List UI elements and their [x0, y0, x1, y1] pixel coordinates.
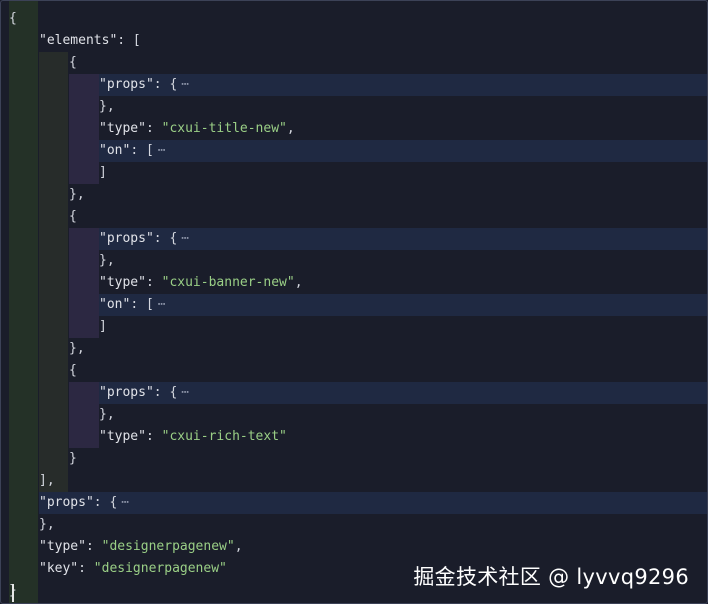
code-line[interactable]: ] [1, 162, 707, 184]
fold-ellipsis-button[interactable]: ⋯ [181, 231, 189, 246]
code-line[interactable]: }, [1, 404, 707, 426]
json-punctuation: : [ [130, 143, 154, 158]
code-line[interactable]: { [1, 360, 707, 382]
fold-ellipsis-button[interactable]: ⋯ [158, 143, 166, 158]
json-key: "props" [99, 77, 154, 92]
json-key: "props" [39, 495, 94, 510]
code-line[interactable]: { [1, 52, 707, 74]
json-punctuation: : [145, 429, 162, 444]
text-cursor [12, 584, 14, 602]
code-line[interactable]: ], [1, 470, 707, 492]
json-punctuation: { [69, 363, 77, 378]
fold-ellipsis-button[interactable]: ⋯ [158, 297, 166, 312]
json-punctuation: { [69, 55, 77, 70]
code-line[interactable]: { [1, 8, 707, 30]
json-key: "type" [99, 429, 146, 444]
json-string: "cxui-rich-text" [161, 429, 287, 444]
json-punctuation: : { [153, 77, 178, 92]
code-editor[interactable]: {"elements": [{"props": {⋯}, "type": "cxu… [0, 0, 708, 604]
json-key: "elements" [39, 33, 118, 48]
code-line[interactable]: "on": [ ⋯ [1, 294, 707, 316]
json-punctuation: : [85, 539, 102, 554]
json-key: "type" [39, 539, 86, 554]
json-key: "type" [99, 275, 146, 290]
code-line[interactable]: { [1, 206, 707, 228]
json-punctuation: : [ [130, 297, 154, 312]
watermark: 掘金技术社区 @ lyvvq9296 [413, 565, 689, 589]
json-string: "designerpagenew" [101, 539, 235, 554]
json-punctuation: : { [153, 385, 178, 400]
json-punctuation: }, [99, 99, 115, 114]
json-key: "key" [39, 561, 79, 576]
json-punctuation: }, [69, 187, 85, 202]
json-punctuation: , [294, 275, 303, 290]
code-line[interactable]: "elements": [ [1, 30, 707, 52]
json-punctuation: : [ [117, 33, 141, 48]
code-line[interactable]: }, [1, 338, 707, 360]
json-punctuation: ] [99, 319, 107, 334]
json-punctuation: , [234, 539, 243, 554]
code-line[interactable]: }, [1, 184, 707, 206]
json-punctuation: , [286, 121, 295, 136]
json-punctuation: }, [39, 517, 55, 532]
code-line[interactable]: "type": "designerpagenew", [1, 536, 707, 558]
json-punctuation: ] [99, 165, 107, 180]
fold-ellipsis-button[interactable]: ⋯ [121, 495, 129, 510]
fold-ellipsis-button[interactable]: ⋯ [181, 77, 189, 92]
code-line[interactable]: "type": "cxui-banner-new", [1, 272, 707, 294]
code-line[interactable]: "on": [ ⋯ [1, 140, 707, 162]
code-line[interactable]: }, [1, 96, 707, 118]
json-punctuation: : { [93, 495, 118, 510]
json-punctuation: ], [39, 473, 55, 488]
json-punctuation: { [69, 209, 77, 224]
json-punctuation: }, [69, 341, 85, 356]
json-string: "cxui-banner-new" [161, 275, 295, 290]
code-line[interactable]: "type": "cxui-rich-text" [1, 426, 707, 448]
code-line[interactable]: ] [1, 316, 707, 338]
code-line[interactable]: "props": {⋯ [1, 74, 707, 96]
json-punctuation: { [9, 11, 17, 26]
json-key: "props" [99, 231, 154, 246]
json-punctuation: }, [99, 407, 115, 422]
json-punctuation: : [145, 275, 162, 290]
json-string: "cxui-title-new" [161, 121, 287, 136]
json-key: "on" [99, 297, 131, 312]
code-line[interactable]: "props": {⋯ [1, 228, 707, 250]
json-key: "type" [99, 121, 146, 136]
code-line[interactable]: } [1, 448, 707, 470]
json-key: "on" [99, 143, 131, 158]
fold-ellipsis-button[interactable]: ⋯ [181, 385, 189, 400]
code-line[interactable]: }, [1, 250, 707, 272]
json-string: "designerpagenew" [93, 561, 227, 576]
json-punctuation: : [145, 121, 162, 136]
code-line[interactable]: "props": {⋯ [1, 492, 707, 514]
json-punctuation: : { [153, 231, 178, 246]
json-key: "props" [99, 385, 154, 400]
code-line[interactable]: }, [1, 514, 707, 536]
json-punctuation: : [78, 561, 94, 576]
json-punctuation: } [69, 451, 77, 466]
code-line[interactable]: "props": {⋯ [1, 382, 707, 404]
code-line[interactable]: "type": "cxui-title-new", [1, 118, 707, 140]
json-punctuation: }, [99, 253, 115, 268]
